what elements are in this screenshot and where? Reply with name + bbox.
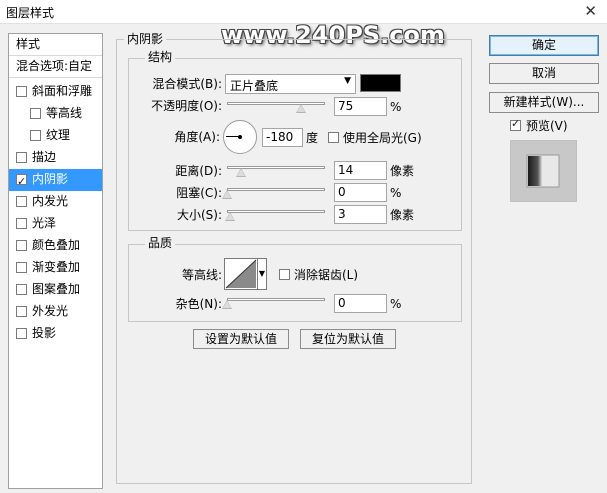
antialias-checkbox[interactable] <box>279 269 290 280</box>
checkbox-outer-glow[interactable] <box>16 306 27 317</box>
cancel-button[interactable]: 取消 <box>489 63 599 84</box>
noise-input[interactable]: 0 <box>334 294 387 313</box>
chevron-down-icon: ▼ <box>344 76 351 86</box>
inner-shadow-title: 内阴影 <box>124 32 167 46</box>
reset-default-button[interactable]: 复位为默认值 <box>300 329 396 349</box>
style-item-inner-glow[interactable]: 内发光 <box>9 191 102 213</box>
size-slider[interactable] <box>227 210 325 213</box>
size-input[interactable]: 3 <box>334 205 387 224</box>
window-title: 图层样式 <box>6 6 55 20</box>
preview-label: 预览(V) <box>526 119 568 133</box>
style-item-bevel-emboss[interactable]: 斜面和浮雕 <box>9 81 102 103</box>
style-item-satin[interactable]: 光泽 <box>9 213 102 235</box>
contour-picker[interactable] <box>224 258 258 290</box>
angle-label: 角度(A): <box>174 130 220 144</box>
style-list: 样式 混合选项:自定 斜面和浮雕 等高线 纹理 描边 内阴影 内发光 光泽 颜色… <box>8 33 103 489</box>
ok-button[interactable]: 确定 <box>489 35 599 56</box>
style-item-outer-glow[interactable]: 外发光 <box>9 301 102 323</box>
structure-title: 结构 <box>145 50 176 64</box>
checkbox-color-overlay[interactable] <box>16 240 27 251</box>
style-item-color-overlay[interactable]: 颜色叠加 <box>9 235 102 257</box>
distance-unit: 像素 <box>390 164 415 178</box>
quality-title: 品质 <box>145 236 176 250</box>
global-light-checkbox[interactable] <box>328 132 339 143</box>
style-preview <box>510 140 577 202</box>
angle-dial[interactable] <box>223 120 257 154</box>
global-light-label: 使用全局光(G) <box>343 131 422 145</box>
opacity-unit: % <box>390 100 402 114</box>
size-slider-thumb[interactable] <box>225 212 235 221</box>
blending-options-item[interactable]: 混合选项:自定 <box>9 56 102 78</box>
checkbox-contour[interactable] <box>30 108 41 119</box>
noise-label: 杂色(N): <box>175 297 222 311</box>
blend-mode-select[interactable]: 正片叠底 ▼ <box>225 74 356 94</box>
antialias-label: 消除锯齿(L) <box>294 268 359 282</box>
contour-dropdown[interactable]: ▼ <box>258 258 267 290</box>
style-item-drop-shadow[interactable]: 投影 <box>9 323 102 345</box>
checkbox-pattern-overlay[interactable] <box>16 284 27 295</box>
style-item-texture[interactable]: 纹理 <box>9 125 102 147</box>
style-item-stroke[interactable]: 描边 <box>9 147 102 169</box>
style-list-header[interactable]: 样式 <box>9 34 102 56</box>
choke-input[interactable]: 0 <box>334 183 387 202</box>
choke-slider-thumb[interactable] <box>222 190 232 199</box>
size-label: 大小(S): <box>176 208 222 222</box>
contour-label: 等高线: <box>181 268 222 282</box>
preview-swatch-icon <box>526 154 560 188</box>
checkbox-stroke[interactable] <box>16 152 27 163</box>
make-default-button[interactable]: 设置为默认值 <box>193 329 289 349</box>
style-item-gradient-overlay[interactable]: 渐变叠加 <box>9 257 102 279</box>
checkbox-bevel-emboss[interactable] <box>16 86 27 97</box>
noise-unit: % <box>390 297 402 311</box>
checkbox-inner-shadow[interactable] <box>16 171 27 192</box>
opacity-slider[interactable] <box>227 102 325 105</box>
chevron-down-icon: ▼ <box>258 269 266 278</box>
blend-mode-label: 混合模式(B): <box>152 77 222 91</box>
shadow-color-swatch[interactable] <box>360 74 401 92</box>
choke-label: 阻塞(C): <box>176 186 222 200</box>
size-unit: 像素 <box>390 208 415 222</box>
new-style-button[interactable]: 新建样式(W)... <box>489 92 599 113</box>
noise-slider[interactable] <box>227 298 325 301</box>
preview-checkbox[interactable] <box>510 117 521 131</box>
checkbox-texture[interactable] <box>30 130 41 141</box>
choke-slider[interactable] <box>227 188 325 191</box>
checkbox-gradient-overlay[interactable] <box>16 262 27 273</box>
checkbox-drop-shadow[interactable] <box>16 328 27 339</box>
opacity-label: 不透明度(O): <box>151 99 222 113</box>
linear-contour-icon <box>225 259 257 289</box>
angle-input[interactable]: -180 <box>262 128 303 147</box>
opacity-slider-thumb[interactable] <box>296 104 306 113</box>
distance-input[interactable]: 14 <box>334 161 387 180</box>
checkbox-inner-glow[interactable] <box>16 196 27 207</box>
style-item-pattern-overlay[interactable]: 图案叠加 <box>9 279 102 301</box>
style-item-contour[interactable]: 等高线 <box>9 103 102 125</box>
distance-slider-thumb[interactable] <box>236 168 246 177</box>
close-icon[interactable]: ✕ <box>584 2 597 20</box>
style-item-inner-shadow[interactable]: 内阴影 <box>9 169 102 192</box>
angle-unit: 度 <box>306 131 319 145</box>
opacity-input[interactable]: 75 <box>334 97 387 116</box>
choke-unit: % <box>390 186 402 200</box>
distance-label: 距离(D): <box>175 164 222 178</box>
checkbox-satin[interactable] <box>16 218 27 229</box>
noise-slider-thumb[interactable] <box>222 300 232 309</box>
